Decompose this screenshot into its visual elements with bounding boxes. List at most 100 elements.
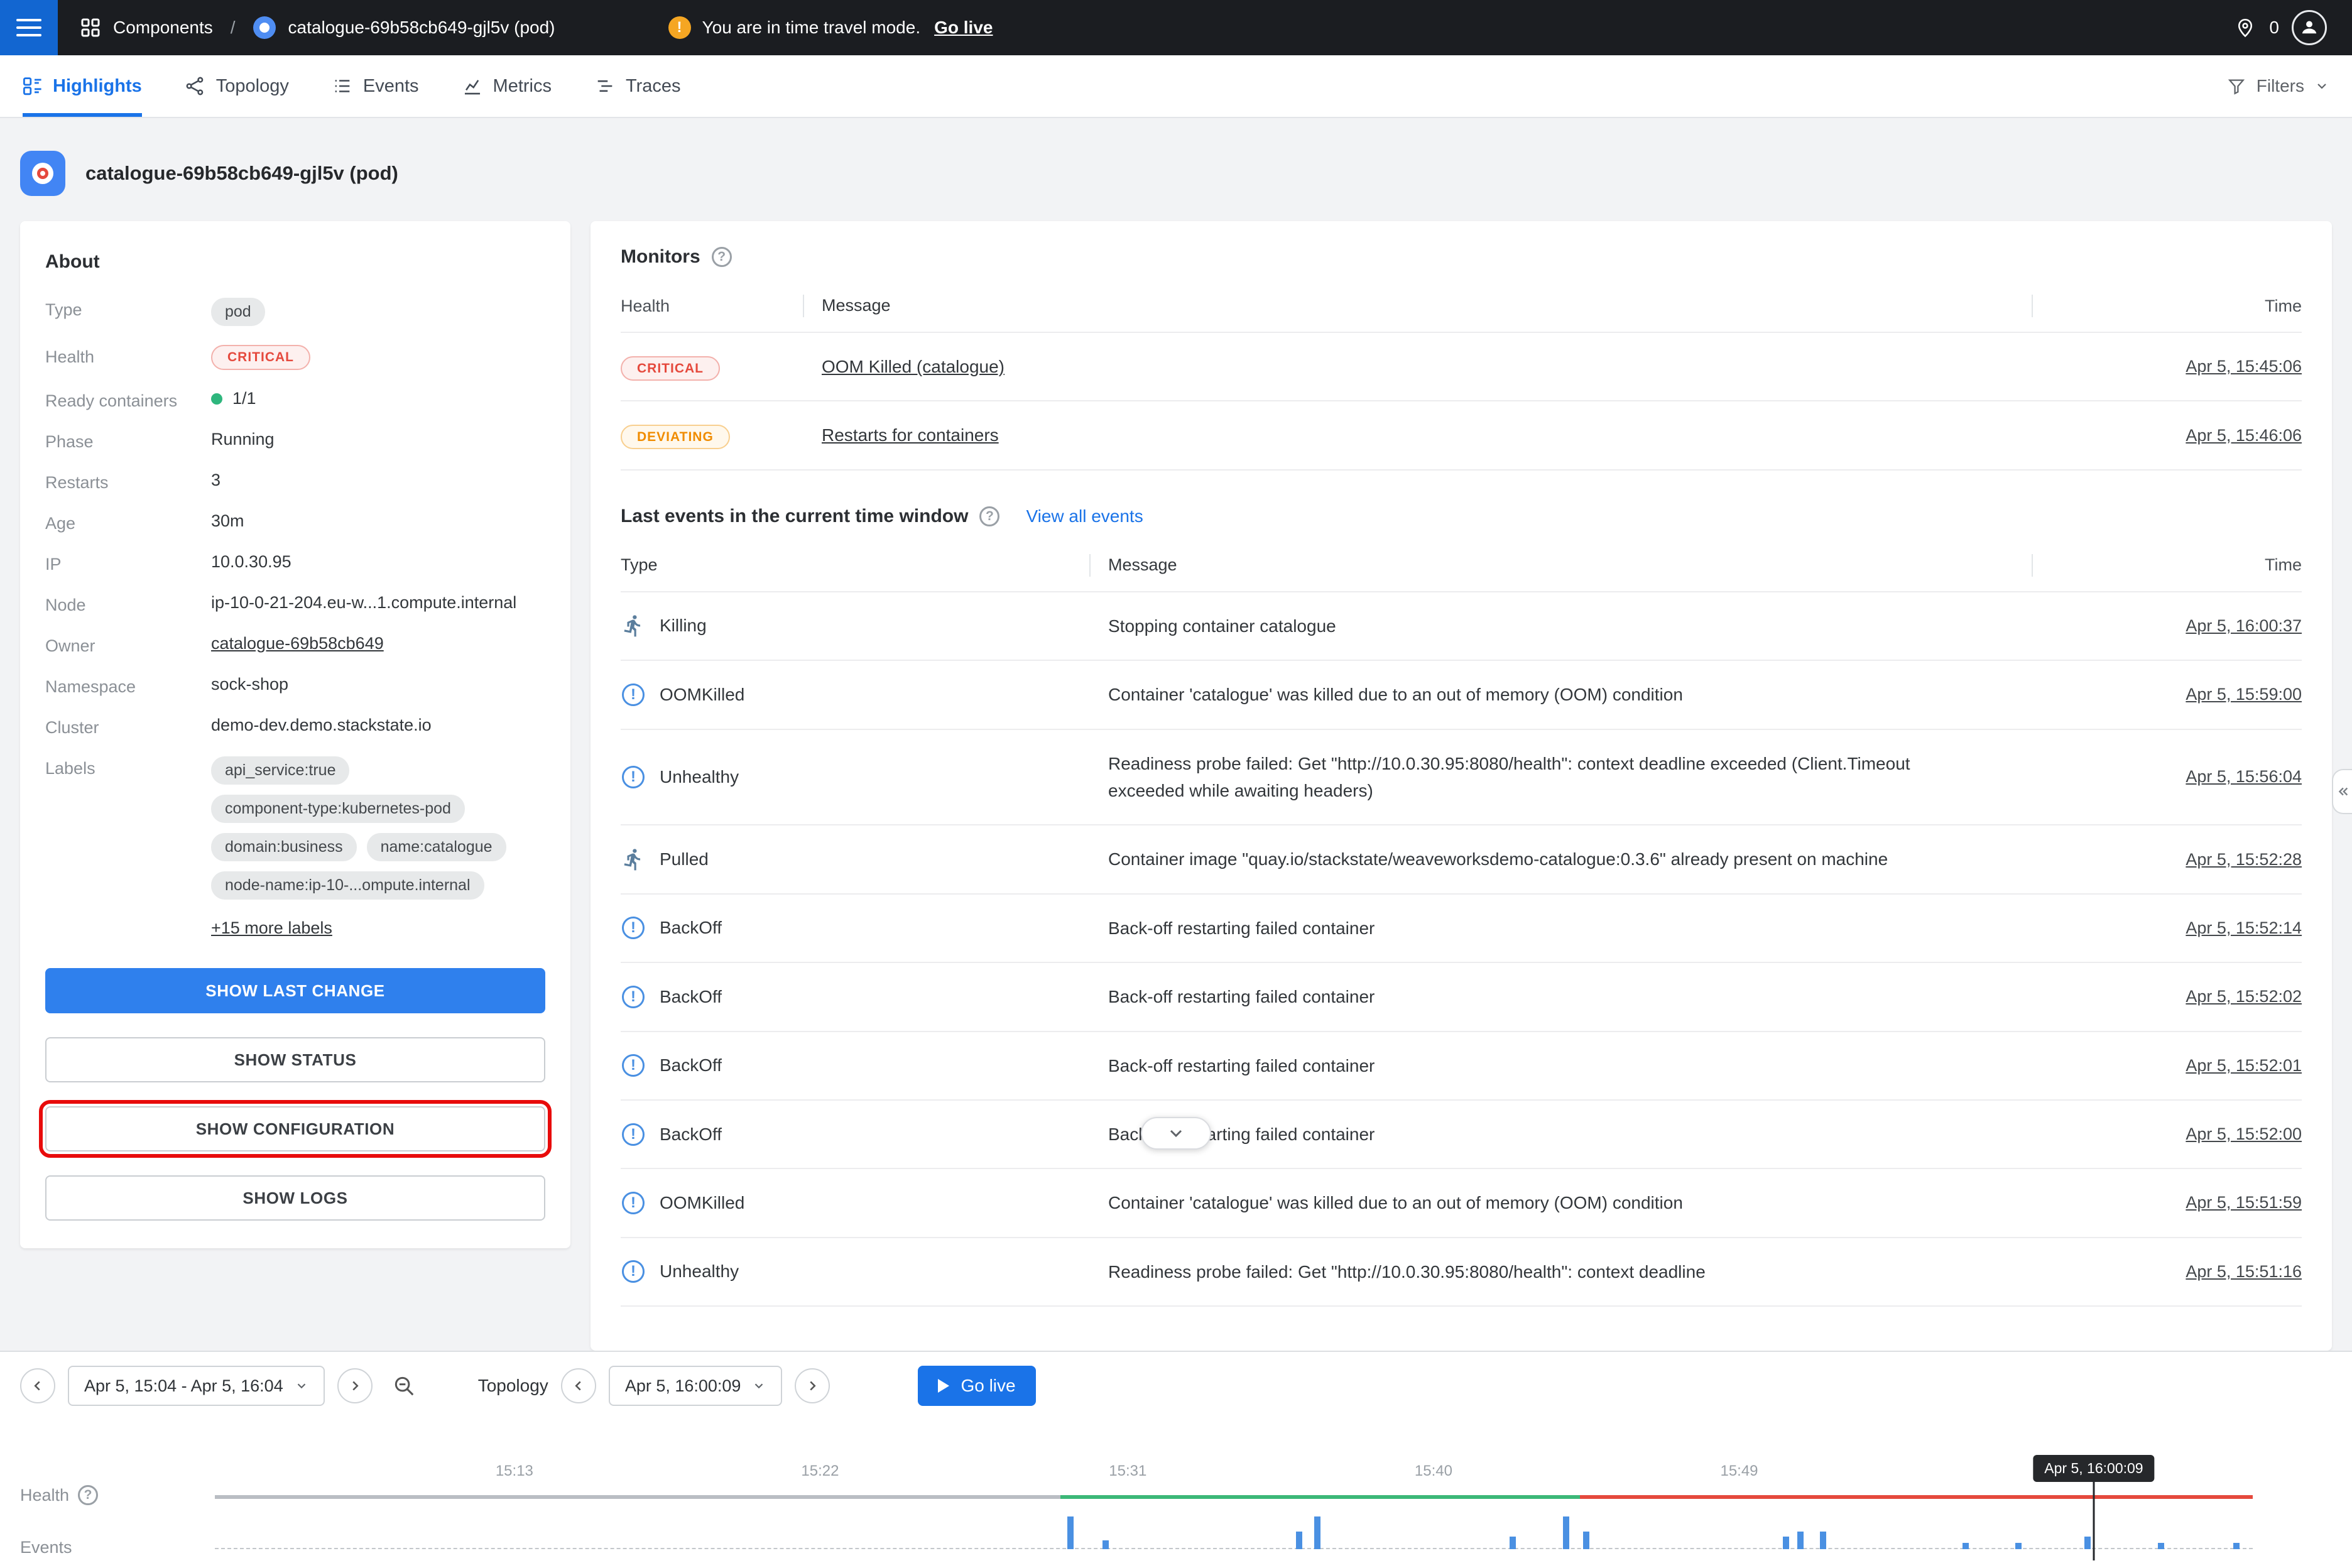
go-live-link[interactable]: Go live [934, 18, 993, 38]
event-time: Apr 5, 15:52:02 [2050, 987, 2302, 1006]
field-label: Node [45, 593, 211, 615]
expand-events-button[interactable] [1141, 1117, 1211, 1150]
chevron-down-icon [2314, 79, 2329, 94]
collapse-right-panel-button[interactable] [2332, 769, 2352, 814]
event-time-link[interactable]: Apr 5, 15:51:16 [2186, 1262, 2302, 1282]
monitor-health: CRITICAL [621, 357, 822, 377]
event-type-label: Unhealthy [660, 767, 739, 787]
event-row: ! Unhealthy Readiness probe failed: Get "h… [621, 1238, 2302, 1307]
events-rows: KillingStopping container catalogueApr 5… [621, 592, 2302, 1307]
tab-metrics[interactable]: Metrics [462, 55, 552, 117]
field-value: demo-dev.demo.stackstate.io [211, 716, 432, 735]
go-live-button[interactable]: Go live [918, 1366, 1035, 1406]
alert-circle-icon: ! [621, 917, 646, 939]
pin-icon[interactable] [2234, 16, 2257, 39]
event-time: Apr 5, 15:56:04 [2050, 767, 2302, 787]
event-time-link[interactable]: Apr 5, 15:52:02 [2186, 987, 2302, 1006]
tab-traces[interactable]: Traces [594, 55, 681, 117]
zoom-out-icon[interactable] [385, 1367, 423, 1405]
event-time-link[interactable]: Apr 5, 15:52:00 [2186, 1124, 2302, 1144]
breadcrumb-root[interactable]: Components [113, 18, 213, 38]
event-time-link[interactable]: Apr 5, 15:51:59 [2186, 1193, 2302, 1212]
about-card: About TypepodHealthCRITICALReady contain… [20, 221, 570, 1248]
tab-topology[interactable]: Topology [185, 55, 289, 117]
account-avatar[interactable] [2292, 10, 2327, 45]
hamburger-icon [16, 19, 41, 21]
event-time-link[interactable]: Apr 5, 16:00:37 [2186, 616, 2302, 636]
monitor-message-link[interactable]: OOM Killed (catalogue) [822, 357, 1004, 376]
monitors-rows: CRITICALOOM Killed (catalogue) Apr 5, 15:… [621, 333, 2302, 471]
event-row: !BackOffBack-off restarting failed conta… [621, 895, 2302, 963]
filters-button[interactable]: Filters [2226, 55, 2329, 117]
event-row: !BackOffBack-off restarting failed conta… [621, 1101, 2302, 1169]
view-all-events-link[interactable]: View all events [1026, 506, 1143, 526]
event-message: Readiness probe failed: Get "http://10.0… [1108, 1258, 2050, 1285]
event-type: ! BackOff [621, 917, 1108, 939]
event-type-label: BackOff [660, 1055, 722, 1075]
event-time-link[interactable]: Apr 5, 15:56:04 [2186, 767, 2302, 787]
show-last-change-button[interactable]: SHOW LAST CHANGE [45, 968, 545, 1013]
monitor-row: CRITICALOOM Killed (catalogue) Apr 5, 15:… [621, 333, 2302, 401]
about-title: About [45, 251, 545, 273]
help-icon: ? [78, 1485, 98, 1505]
more-labels-link[interactable]: +15 more labels [211, 918, 332, 938]
highlights-icon [23, 76, 43, 96]
label-chip: api_service:true [211, 756, 349, 785]
monitor-message-link[interactable]: Restarts for containers [822, 425, 999, 445]
event-type-label: Unhealthy [660, 1261, 739, 1282]
show-status-button[interactable]: SHOW STATUS [45, 1037, 545, 1082]
show-configuration-button[interactable]: SHOW CONFIGURATION [45, 1106, 545, 1152]
about-field: Nodeip-10-0-21-204.eu-w...1.compute.inte… [45, 593, 545, 615]
ready-count: 1/1 [232, 389, 256, 408]
event-time-link[interactable]: Apr 5, 15:52:14 [2186, 918, 2302, 938]
time-range-select[interactable]: Apr 5, 15:04 - Apr 5, 16:04 [68, 1366, 325, 1406]
pin-count: 0 [2269, 18, 2279, 38]
monitor-time-link[interactable]: Apr 5, 15:45:06 [2186, 357, 2302, 376]
time-next-button[interactable] [795, 1368, 830, 1403]
pod-icon-small [253, 16, 276, 39]
alert-circle-icon: ! [621, 986, 646, 1008]
time-marker-line [2093, 1480, 2094, 1560]
event-time: Apr 5, 15:52:01 [2050, 1056, 2302, 1075]
event-type: ! BackOff [621, 1054, 1108, 1077]
event-message: Readiness probe failed: Get "http://10.0… [1108, 750, 2050, 805]
event-time-link[interactable]: Apr 5, 15:59:00 [2186, 685, 2302, 704]
breadcrumb: Components / catalogue-69b58cb649-gjl5v … [80, 16, 555, 39]
about-field: Typepod [45, 298, 545, 326]
event-time-link[interactable]: Apr 5, 15:52:01 [2186, 1056, 2302, 1075]
show-logs-button[interactable]: SHOW LOGS [45, 1175, 545, 1221]
event-type-label: Pulled [660, 849, 709, 869]
monitors-title: Monitors [621, 246, 700, 268]
event-row: KillingStopping container catalogueApr 5… [621, 592, 2302, 661]
monitor-time-link[interactable]: Apr 5, 15:46:06 [2186, 426, 2302, 445]
field-label: Type [45, 298, 211, 320]
owner-link[interactable]: catalogue-69b58cb649 [211, 634, 384, 653]
about-field: IP10.0.30.95 [45, 552, 545, 574]
alert-circle-icon: ! [621, 1054, 646, 1077]
alert-circle-icon: ! [621, 1260, 646, 1283]
monitor-health: DEVIATING [621, 425, 822, 445]
range-next-button[interactable] [337, 1368, 373, 1403]
event-row: PulledContainer image "quay.io/stackstat… [621, 825, 2302, 894]
time-marker: Apr 5, 16:00:09 [215, 1455, 2253, 1560]
about-field: HealthCRITICAL [45, 345, 545, 370]
event-time-link[interactable]: Apr 5, 15:52:28 [2186, 850, 2302, 869]
topology-time-select[interactable]: Apr 5, 16:00:09 [609, 1366, 783, 1406]
event-message: Back-off restarting failed container [1108, 1052, 2050, 1079]
field-text: 10.0.30.95 [211, 552, 291, 572]
time-prev-button[interactable] [561, 1368, 596, 1403]
event-type-label: BackOff [660, 918, 722, 938]
range-prev-button[interactable] [20, 1368, 55, 1403]
event-type: !Unhealthy [621, 766, 1108, 788]
label-chip: name:catalogue [367, 833, 506, 861]
field-label: Cluster [45, 716, 211, 738]
event-type: Killing [621, 614, 1108, 638]
tab-highlights[interactable]: Highlights [23, 55, 142, 117]
tab-events[interactable]: Events [332, 55, 419, 117]
menu-button[interactable] [0, 0, 58, 55]
header-actions: 0 [2234, 10, 2352, 45]
label-chip: domain:business [211, 833, 357, 861]
event-row: !OOMKilledContainer 'catalogue' was kill… [621, 1169, 2302, 1238]
time-marker-tooltip: Apr 5, 16:00:09 [2033, 1455, 2154, 1482]
type-badge: pod [211, 298, 265, 326]
